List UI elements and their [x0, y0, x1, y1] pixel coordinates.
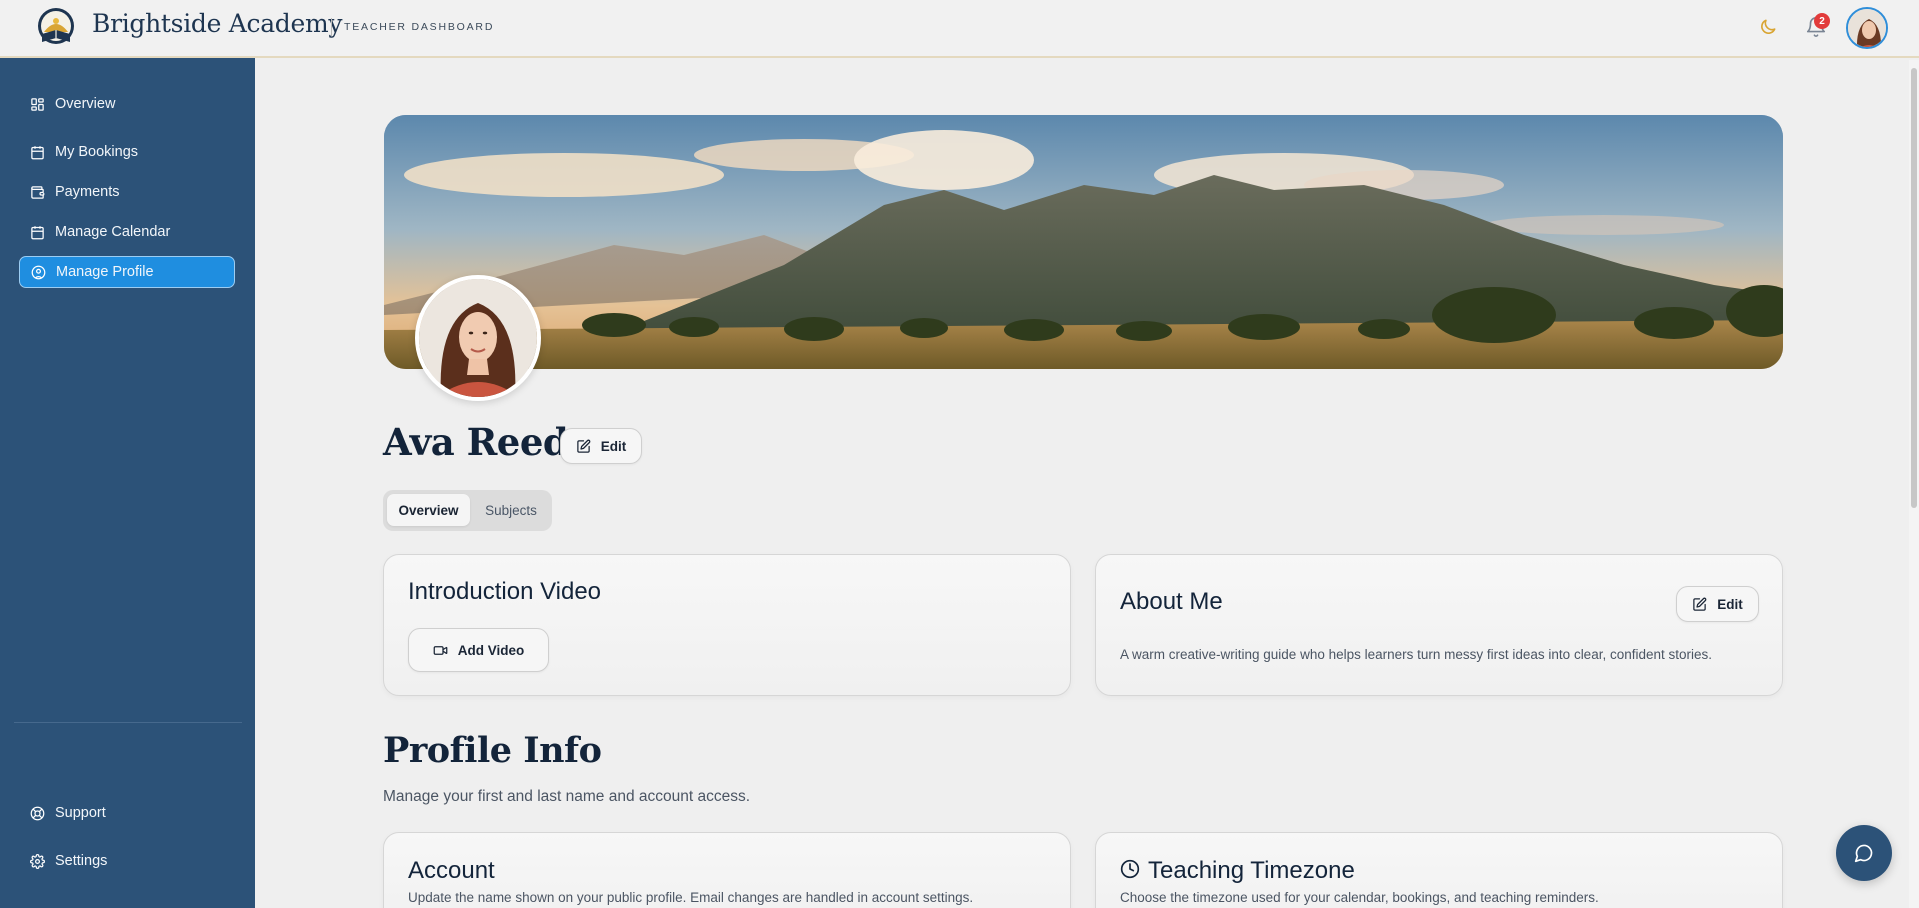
sidebar-item-manage-profile[interactable]: Manage Profile: [19, 256, 235, 288]
gear-icon: [30, 853, 45, 869]
sidebar-item-payments[interactable]: Payments: [19, 176, 235, 208]
teaching-timezone-title: Teaching Timezone: [1148, 857, 1355, 884]
tab-overview[interactable]: Overview: [387, 494, 470, 526]
dashboard-label: TEACHER DASHBOARD: [344, 21, 495, 33]
clock-icon: [1120, 859, 1140, 879]
teaching-timezone-text: Choose the timezone used for your calend…: [1120, 890, 1599, 905]
teaching-timezone-card: Teaching Timezone Choose the timezone us…: [1095, 832, 1783, 908]
intro-video-card: Introduction Video Add Video: [383, 554, 1071, 696]
account-card: Account Update the name shown on your pu…: [383, 832, 1071, 908]
edit-about-button[interactable]: Edit: [1676, 586, 1759, 622]
add-video-label: Add Video: [457, 642, 525, 658]
support-icon: [30, 806, 45, 820]
sidebar-item-label: Overview: [55, 96, 116, 112]
calendar-icon: [31, 225, 44, 239]
about-me-title: About Me: [1120, 588, 1223, 615]
edit-icon: [577, 439, 591, 453]
chat-support-button[interactable]: [1836, 825, 1892, 881]
profile-info-title: Profile Info: [383, 730, 602, 771]
sidebar-item-overview[interactable]: Overview: [19, 88, 235, 120]
profile-info-subtitle: Manage your first and last name and acco…: [383, 788, 751, 805]
user-circle-icon: [31, 265, 46, 279]
brand-name[interactable]: Brightside Academy: [92, 9, 343, 38]
sidebar-item-label: Manage Profile: [56, 264, 154, 280]
sidebar-item-settings[interactable]: Settings: [19, 845, 235, 877]
sidebar-item-label: Payments: [55, 184, 120, 200]
sidebar-item-my-bookings[interactable]: My Bookings: [19, 136, 235, 168]
about-me-text: A warm creative-writing guide who helps …: [1120, 647, 1713, 662]
account-text: Update the name shown on your public pro…: [408, 890, 974, 905]
notification-badge: 2: [1814, 13, 1830, 29]
chat-bubble-icon: [1854, 844, 1873, 863]
user-avatar[interactable]: [1846, 7, 1888, 49]
edit-icon: [1693, 597, 1707, 611]
profile-avatar[interactable]: [415, 275, 541, 401]
grid-icon: [31, 97, 44, 111]
wallet-icon: [31, 185, 45, 199]
edit-label: Edit: [1717, 596, 1743, 612]
account-title: Account: [408, 857, 495, 884]
profile-tabs: Overview Subjects: [383, 490, 552, 531]
academy-logo-icon[interactable]: [36, 6, 76, 50]
sidebar-divider: [14, 722, 242, 723]
profile-name: Ava Reed: [383, 420, 569, 464]
sidebar-item-support[interactable]: Support: [19, 797, 235, 829]
sidebar-item-manage-calendar[interactable]: Manage Calendar: [19, 216, 235, 248]
about-me-card: About Me Edit A warm creative-writing gu…: [1095, 554, 1783, 696]
tab-subjects[interactable]: Subjects: [473, 494, 549, 526]
top-bar: Brightside Academy TEACHER DASHBOARD 2: [0, 0, 1919, 58]
sidebar-item-label: Settings: [55, 853, 108, 869]
brand-divider: [331, 18, 332, 36]
calendar-icon: [31, 145, 44, 159]
add-video-button[interactable]: Add Video: [408, 628, 549, 672]
scrollbar-thumb[interactable]: [1911, 68, 1917, 508]
sidebar-item-label: Manage Calendar: [55, 224, 171, 240]
edit-name-button[interactable]: Edit: [560, 428, 642, 464]
sidebar-item-label: My Bookings: [55, 144, 139, 160]
dark-mode-moon-icon[interactable]: [1758, 17, 1778, 37]
intro-video-title: Introduction Video: [408, 578, 602, 605]
sidebar-item-label: Support: [55, 805, 106, 821]
video-camera-icon: [433, 645, 448, 655]
profile-banner-image: [384, 115, 1783, 369]
edit-label: Edit: [600, 438, 627, 454]
